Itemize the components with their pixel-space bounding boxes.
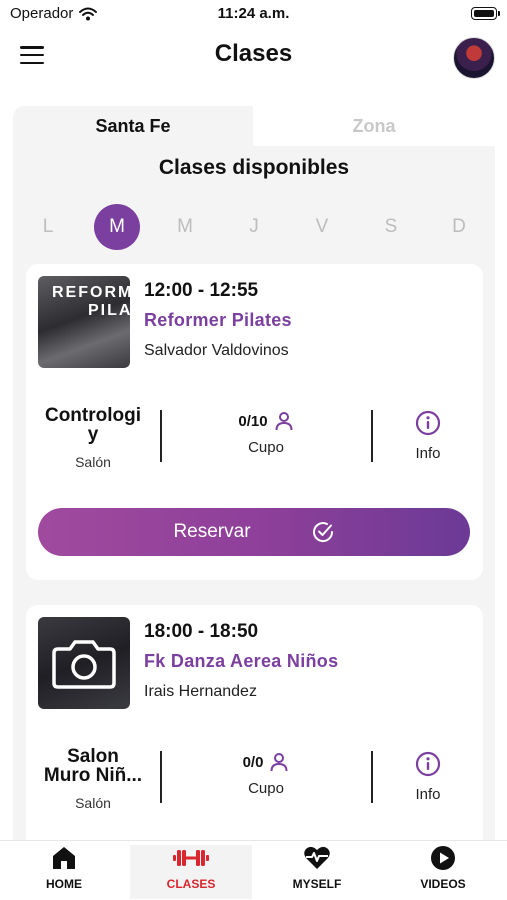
column-divider [371, 751, 373, 803]
thumbnail-text-line: REFORM [52, 284, 130, 301]
class-thumbnail [38, 617, 130, 709]
day-selector: L M M J V S D [14, 204, 494, 250]
day-sabado[interactable]: S [368, 204, 414, 250]
room-name: Contrologi y [34, 406, 152, 444]
bottom-navigation: HOME CLASES MYSELF VIDEOS [0, 840, 507, 900]
cupo-row: 0/10 [216, 411, 316, 431]
column-divider [371, 410, 373, 462]
cupo-column: 0/0 Cupo [216, 752, 316, 797]
dumbbell-icon [172, 845, 210, 871]
heart-pulse-icon [303, 845, 331, 871]
tab-zona[interactable]: Zona [253, 106, 495, 146]
room-label: Salón [75, 454, 111, 470]
thumbnail-text: REFORM PILAT [48, 284, 130, 320]
page-title: Clases [214, 40, 293, 67]
reserve-label: Reservar [173, 521, 251, 542]
nav-home[interactable]: HOME [3, 845, 125, 899]
room-column: Contrologi y Salón [34, 406, 152, 470]
battery-icon [471, 7, 500, 20]
room-name-line: Contrologi [44, 405, 142, 426]
home-icon [51, 845, 77, 871]
room-name-line: y [87, 424, 99, 445]
cupo-value: 0/0 [242, 753, 264, 771]
room-column: Salon Muro Niñ... Salón [34, 747, 152, 811]
room-name: Salon Muro Niñ... [34, 747, 152, 785]
class-card: REFORM PILAT 12:00 - 12:55 Reformer Pila… [26, 264, 483, 580]
class-coach: Salvador Valdovinos [144, 342, 289, 359]
person-icon [270, 753, 288, 772]
nav-myself-label: MYSELF [292, 877, 342, 891]
class-time: 18:00 - 18:50 [144, 621, 259, 642]
nav-videos[interactable]: VIDEOS [382, 845, 504, 899]
app-screen: Operador 11:24 a.m. Clases Santa Fe Zona… [0, 0, 507, 900]
day-martes[interactable]: M [94, 204, 140, 250]
class-name[interactable]: Reformer Pilates [144, 310, 292, 331]
class-coach: Irais Hernandez [144, 683, 257, 700]
nav-home-label: HOME [46, 877, 82, 891]
room-label: Salón [75, 795, 111, 811]
camera-icon [52, 640, 116, 689]
column-divider [160, 751, 162, 803]
nav-myself[interactable]: MYSELF [256, 845, 378, 899]
nav-clases[interactable]: CLASES [130, 845, 252, 899]
section-title: Clases disponibles [158, 156, 350, 179]
cupo-label: Cupo [248, 439, 284, 456]
day-miercoles[interactable]: M [162, 204, 208, 250]
reserve-button[interactable]: Reservar [38, 508, 470, 556]
class-name[interactable]: Fk Danza Aerea Niños [144, 651, 338, 672]
room-name-line: Salon [67, 746, 119, 767]
day-lunes[interactable]: L [25, 204, 71, 250]
class-thumbnail: REFORM PILAT [38, 276, 130, 368]
room-name-line: Muro Niñ... [43, 765, 143, 786]
thumbnail-text-line: PILAT [88, 302, 130, 319]
nav-videos-label: VIDEOS [420, 877, 466, 891]
cupo-value: 0/10 [238, 412, 268, 430]
cupo-label: Cupo [248, 780, 284, 797]
day-domingo[interactable]: D [436, 204, 482, 250]
class-card: 18:00 - 18:50 Fk Danza Aerea Niños Irais… [26, 605, 483, 855]
info-button[interactable]: Info [398, 751, 458, 803]
status-time: 11:24 a.m. [217, 5, 290, 22]
day-jueves[interactable]: J [231, 204, 277, 250]
column-divider [160, 410, 162, 462]
check-circle-icon [312, 522, 333, 543]
status-bar: Operador 11:24 a.m. [0, 0, 507, 28]
day-viernes[interactable]: V [299, 204, 345, 250]
person-icon [275, 412, 293, 431]
info-label: Info [415, 786, 441, 803]
info-button[interactable]: Info [398, 410, 458, 462]
cupo-column: 0/10 Cupo [216, 411, 316, 456]
tab-santa-fe[interactable]: Santa Fe [13, 106, 253, 146]
info-label: Info [415, 445, 441, 462]
info-icon[interactable] [415, 751, 441, 777]
play-icon [430, 845, 456, 871]
cupo-row: 0/0 [216, 752, 316, 772]
nav-clases-label: CLASES [166, 877, 216, 891]
class-time: 12:00 - 12:55 [144, 280, 259, 301]
app-header: Clases [0, 28, 507, 84]
info-icon[interactable] [415, 410, 441, 436]
avatar[interactable] [453, 37, 495, 79]
